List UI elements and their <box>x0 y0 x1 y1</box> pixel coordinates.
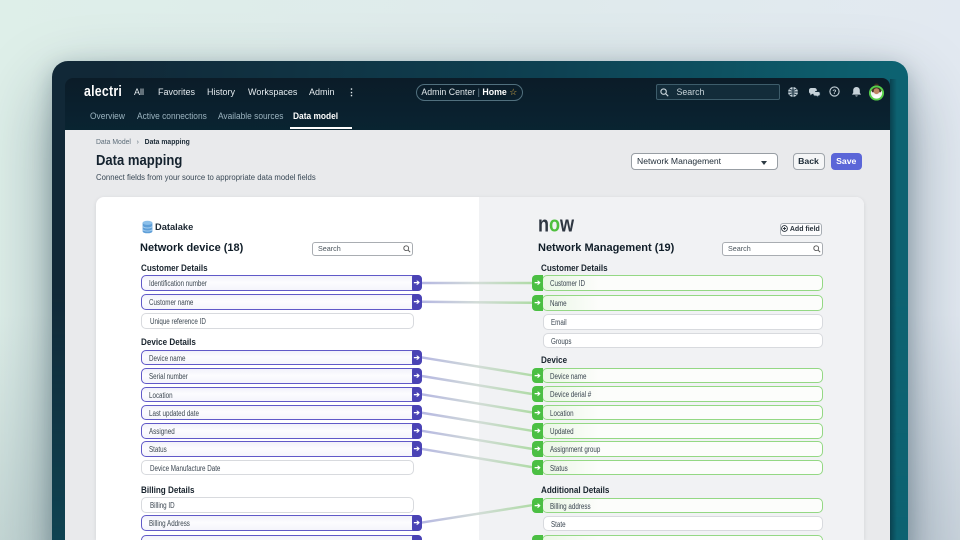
svg-text:?: ? <box>832 89 836 96</box>
